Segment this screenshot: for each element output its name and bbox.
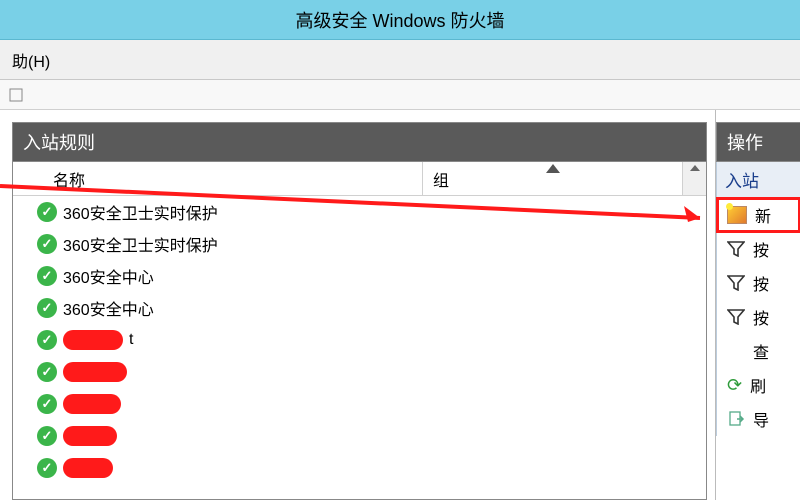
rule-row[interactable]: ✓ 360安全中心 xyxy=(13,292,706,324)
action-filter-2[interactable]: 按 xyxy=(717,266,800,300)
allow-check-icon: ✓ xyxy=(37,458,57,478)
redacted-label xyxy=(63,426,117,446)
main-panel: 入站规则 名称 组 ✓ 360安全卫士实时保护 ✓ 360安全卫士实时保护 ✓ 360安全… xyxy=(0,110,715,500)
rule-row[interactable]: ✓ 360安全中心 xyxy=(13,260,706,292)
redacted-label xyxy=(63,330,123,350)
rules-list: ✓ 360安全卫士实时保护 ✓ 360安全卫士实时保护 ✓ 360安全中心 ✓ 360安全中心… xyxy=(13,196,706,499)
export-icon xyxy=(727,410,745,428)
rule-row[interactable]: ✓ xyxy=(13,356,706,388)
column-name[interactable]: 名称 xyxy=(13,162,423,195)
window-titlebar: 高级安全 Windows 防火墙 xyxy=(0,0,800,40)
allow-check-icon: ✓ xyxy=(37,362,57,382)
action-refresh-5[interactable]: ⟳刷 xyxy=(717,368,800,402)
toolbar-icon-1[interactable] xyxy=(6,85,26,105)
chevron-up-icon xyxy=(690,165,700,171)
filter-icon xyxy=(727,241,745,257)
action-filter-1[interactable]: 按 xyxy=(717,232,800,266)
action-label: 导 xyxy=(753,407,769,431)
rule-row[interactable]: ✓ xyxy=(13,452,706,484)
action-label: 新 xyxy=(755,203,771,227)
redacted-label xyxy=(63,394,121,414)
rule-name: 360安全卫士实时保护 xyxy=(63,200,218,224)
action-label: 查 xyxy=(753,339,769,363)
action-label: 按 xyxy=(753,271,769,295)
window-title: 高级安全 Windows 防火墙 xyxy=(295,7,504,33)
redacted-label xyxy=(63,458,113,478)
menu-help[interactable]: 助(H) xyxy=(4,44,58,76)
inbound-rules-header: 入站规则 xyxy=(12,122,707,162)
column-headers: 名称 组 xyxy=(13,162,706,196)
rule-name: 360安全中心 xyxy=(63,264,154,288)
allow-check-icon: ✓ xyxy=(37,426,57,446)
action-new-0[interactable]: 新 xyxy=(717,198,800,232)
rule-row[interactable]: ✓ xyxy=(13,420,706,452)
action-filter-3[interactable]: 按 xyxy=(717,300,800,334)
allow-check-icon: ✓ xyxy=(37,330,57,350)
actions-header: 操作 xyxy=(716,122,800,162)
filter-icon xyxy=(727,309,745,325)
action-export-6[interactable]: 导 xyxy=(717,402,800,436)
rule-name: 360安全中心 xyxy=(63,296,154,320)
action-plain-4[interactable]: 查 xyxy=(717,334,800,368)
rule-row[interactable]: ✓ 360安全卫士实时保护 xyxy=(13,228,706,260)
rules-list-container: 名称 组 ✓ 360安全卫士实时保护 ✓ 360安全卫士实时保护 ✓ 360安全中心 ✓ 36… xyxy=(12,162,707,500)
allow-check-icon: ✓ xyxy=(37,266,57,286)
scrollbar-up[interactable] xyxy=(682,162,706,195)
filter-icon xyxy=(727,275,745,291)
actions-list: 新按按按查⟳刷导 xyxy=(716,198,800,436)
refresh-icon: ⟳ xyxy=(727,375,742,396)
menubar: 助(H) xyxy=(0,40,800,80)
column-group[interactable]: 组 xyxy=(423,162,682,195)
content-area: 入站规则 名称 组 ✓ 360安全卫士实时保护 ✓ 360安全卫士实时保护 ✓ 360安全… xyxy=(0,110,800,500)
allow-check-icon: ✓ xyxy=(37,298,57,318)
allow-check-icon: ✓ xyxy=(37,234,57,254)
action-label: 按 xyxy=(753,237,769,261)
action-label: 刷 xyxy=(750,373,766,397)
action-label: 按 xyxy=(753,305,769,329)
rule-row[interactable]: ✓t xyxy=(13,324,706,356)
rule-row[interactable]: ✓ xyxy=(13,388,706,420)
rule-row[interactable]: ✓ 360安全卫士实时保护 xyxy=(13,196,706,228)
sort-ascending-icon xyxy=(546,164,560,173)
new-rule-icon xyxy=(727,206,747,224)
rule-name: 360安全卫士实时保护 xyxy=(63,232,218,256)
actions-panel: 操作 入站 新按按按查⟳刷导 xyxy=(715,110,800,500)
toolbar xyxy=(0,80,800,110)
allow-check-icon: ✓ xyxy=(37,202,57,222)
rule-name-tail: t xyxy=(129,331,133,349)
actions-subheader: 入站 xyxy=(716,162,800,198)
allow-check-icon: ✓ xyxy=(37,394,57,414)
redacted-label xyxy=(63,362,127,382)
